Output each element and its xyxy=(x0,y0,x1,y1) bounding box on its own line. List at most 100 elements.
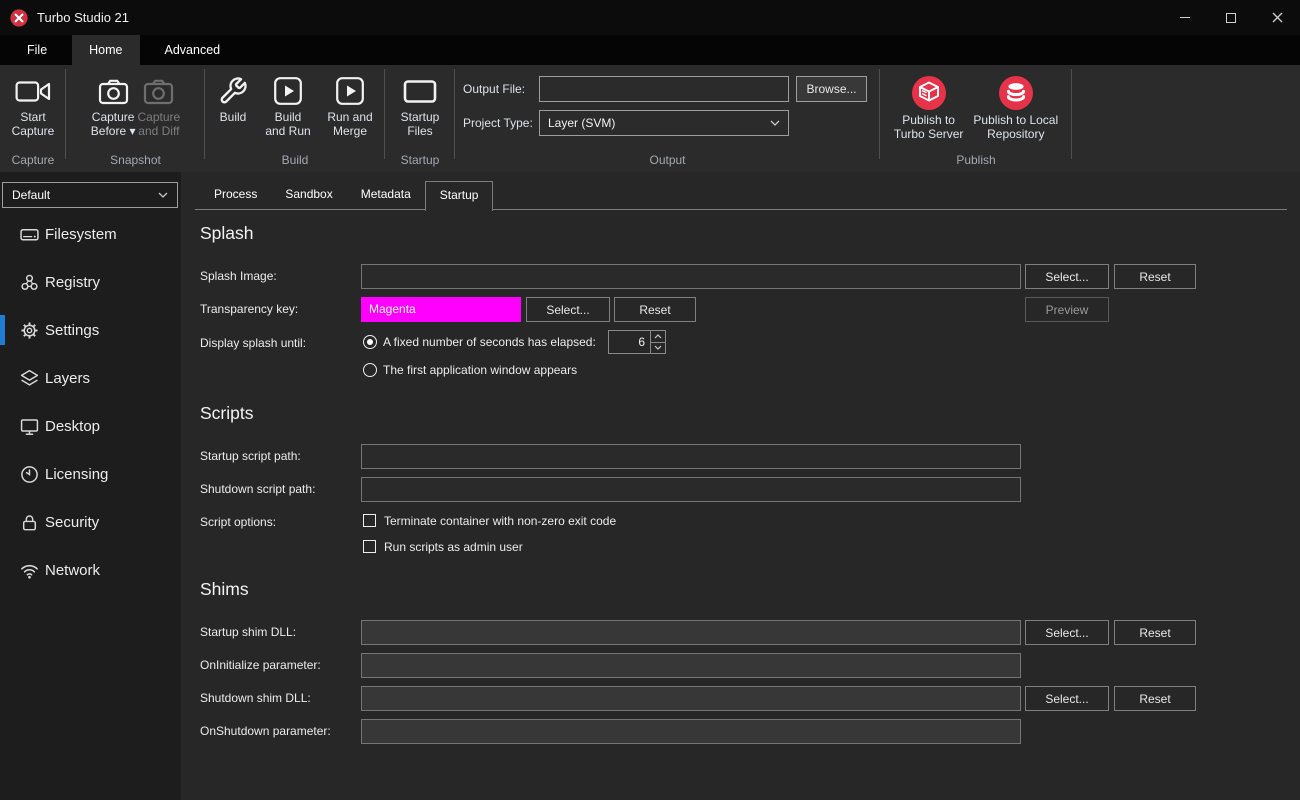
transparency-key-row: Transparency key: Magenta Select... Rese… xyxy=(181,297,1300,322)
tab-startup[interactable]: Startup xyxy=(425,181,494,211)
radio-fixed-seconds[interactable] xyxy=(363,335,377,349)
startup-shim-input[interactable] xyxy=(361,620,1021,645)
minimize-icon xyxy=(1180,17,1190,18)
sidebar-item-licensing[interactable]: Licensing xyxy=(0,450,181,498)
profile-select[interactable]: Default xyxy=(2,182,178,208)
startup-shim-select-button[interactable]: Select... xyxy=(1025,620,1109,645)
maximize-button[interactable] xyxy=(1208,0,1254,35)
transparency-reset-button[interactable]: Reset xyxy=(614,297,696,322)
minimize-button[interactable] xyxy=(1162,0,1208,35)
menu-tab-home[interactable]: Home xyxy=(72,35,139,65)
film-frame-icon xyxy=(403,72,437,110)
sidebar-item-settings[interactable]: Settings xyxy=(0,306,181,354)
maximize-icon xyxy=(1226,13,1236,23)
video-camera-icon xyxy=(15,72,51,110)
close-button[interactable] xyxy=(1254,0,1300,35)
close-icon xyxy=(1272,12,1283,23)
ribbon-group-snapshot: Capture Before ▾ Capture and Diff Sna xyxy=(66,65,205,172)
project-type-label: Project Type: xyxy=(463,116,539,130)
stepper-up-button[interactable] xyxy=(651,331,665,343)
shutdown-script-input[interactable] xyxy=(361,477,1021,502)
tab-process[interactable]: Process xyxy=(200,182,271,209)
menu-tab-advanced[interactable]: Advanced xyxy=(148,35,238,65)
splash-image-label: Splash Image: xyxy=(200,264,277,289)
sidebar-item-network[interactable]: Network xyxy=(0,546,181,594)
menu-tab-file[interactable]: File xyxy=(10,35,64,65)
sidebar-item-security[interactable]: Security xyxy=(0,498,181,546)
project-type-select[interactable]: Layer (SVM) xyxy=(539,110,789,136)
capture-before-button[interactable]: Capture Before ▾ xyxy=(91,70,136,151)
chevron-up-icon xyxy=(654,334,662,339)
transparency-key-label: Transparency key: xyxy=(200,297,298,322)
capture-and-diff-button[interactable]: Capture and Diff xyxy=(138,70,181,151)
terminate-container-checkbox[interactable] xyxy=(363,514,376,527)
registry-hive-icon xyxy=(20,273,39,292)
start-capture-button[interactable]: Start Capture xyxy=(12,70,55,151)
startup-script-input[interactable] xyxy=(361,444,1021,469)
wifi-icon xyxy=(20,561,39,580)
first-window-row: The first application window appears xyxy=(181,359,1300,382)
group-label-output: Output xyxy=(455,151,880,172)
app-logo-icon xyxy=(10,9,28,27)
publish-to-turbo-server-button[interactable]: Publish to Turbo Server xyxy=(894,70,964,151)
shutdown-shim-input[interactable] xyxy=(361,686,1021,711)
splash-heading: Splash xyxy=(200,223,254,245)
run-and-merge-button[interactable]: Run and Merge xyxy=(319,70,381,151)
splash-image-input[interactable] xyxy=(361,264,1021,289)
transparency-select-button[interactable]: Select... xyxy=(526,297,610,322)
drive-icon xyxy=(20,225,39,244)
splash-image-row: Splash Image: Select... Reset xyxy=(181,264,1300,289)
startup-shim-row: Startup shim DLL: Select... Reset xyxy=(181,620,1300,645)
package-cube-icon xyxy=(911,73,947,113)
shutdown-script-label: Shutdown script path: xyxy=(200,477,315,502)
build-and-run-button[interactable]: Build and Run xyxy=(259,70,317,151)
ribbon-group-capture: Start Capture Capture xyxy=(0,65,66,172)
oninitialize-input[interactable] xyxy=(361,653,1021,678)
transparency-color-swatch: Magenta xyxy=(361,297,521,322)
chevron-down-icon xyxy=(654,345,662,350)
active-indicator xyxy=(0,315,5,345)
stepper-down-button[interactable] xyxy=(651,343,665,354)
build-button[interactable]: Build xyxy=(209,70,257,151)
output-file-input[interactable] xyxy=(539,76,789,102)
clock-icon xyxy=(20,465,39,484)
radio-first-window-label: The first application window appears xyxy=(383,359,577,382)
splash-image-select-button[interactable]: Select... xyxy=(1025,264,1109,289)
publish-to-local-repository-button[interactable]: Publish to Local Repository xyxy=(973,70,1058,151)
display-until-row: Display splash until: A fixed number of … xyxy=(181,331,1300,355)
browse-button[interactable]: Browse... xyxy=(796,76,867,102)
shutdown-script-row: Shutdown script path: xyxy=(181,477,1300,502)
play-square-icon xyxy=(273,72,303,110)
splash-image-reset-button[interactable]: Reset xyxy=(1114,264,1196,289)
sidebar-item-layers[interactable]: Layers xyxy=(0,354,181,402)
radio-first-window[interactable] xyxy=(363,363,377,377)
play-square-icon xyxy=(335,72,365,110)
tab-sandbox[interactable]: Sandbox xyxy=(271,182,346,209)
preview-button[interactable]: Preview xyxy=(1025,297,1109,322)
startup-script-row: Startup script path: xyxy=(181,444,1300,469)
ribbon-group-publish: Publish to Turbo Server Publish to Local… xyxy=(880,65,1072,172)
content-panel: Process Sandbox Metadata Startup Splash … xyxy=(181,172,1300,800)
shutdown-shim-reset-button[interactable]: Reset xyxy=(1114,686,1196,711)
onshutdown-input[interactable] xyxy=(361,719,1021,744)
script-options-label: Script options: xyxy=(200,510,276,535)
group-label-capture: Capture xyxy=(0,151,66,172)
sidebar-item-filesystem[interactable]: Filesystem xyxy=(0,210,181,258)
scripts-heading: Scripts xyxy=(200,403,253,425)
startup-files-button[interactable]: Startup Files xyxy=(401,70,440,151)
seconds-stepper[interactable]: 6 xyxy=(608,330,666,354)
run-as-admin-checkbox[interactable] xyxy=(363,540,376,553)
onshutdown-row: OnShutdown parameter: xyxy=(181,719,1300,744)
shutdown-shim-select-button[interactable]: Select... xyxy=(1025,686,1109,711)
startup-shim-reset-button[interactable]: Reset xyxy=(1114,620,1196,645)
sidebar-item-desktop[interactable]: Desktop xyxy=(0,402,181,450)
oninitialize-row: OnInitialize parameter: xyxy=(181,653,1300,678)
titlebar: Turbo Studio 21 xyxy=(0,0,1300,35)
app-window: Turbo Studio 21 File Home Advanced xyxy=(0,0,1300,800)
sidebar-item-registry[interactable]: Registry xyxy=(0,258,181,306)
tab-metadata[interactable]: Metadata xyxy=(347,182,425,209)
ribbon-group-build: Build Build and Run xyxy=(205,65,385,172)
ribbon-group-startup: Startup Files Startup xyxy=(385,65,455,172)
chevron-down-icon xyxy=(770,120,780,126)
startup-shim-label: Startup shim DLL: xyxy=(200,620,296,645)
